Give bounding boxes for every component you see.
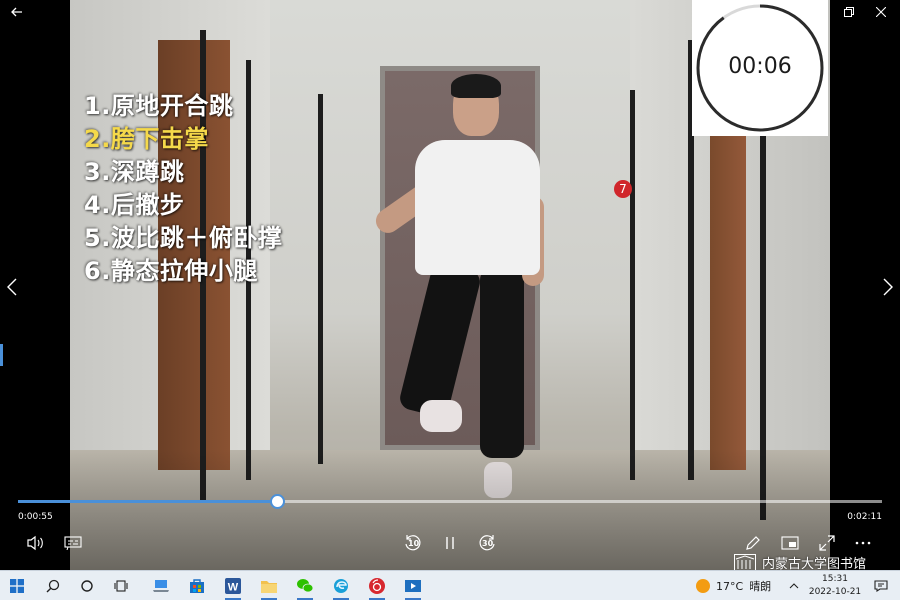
exercise-list: 1.原地开合跳 2.胯下击掌 3.深蹲跳 4.后撤步 5.波比跳＋俯卧撑 6.静… (84, 90, 282, 288)
mini-view-icon (781, 536, 799, 550)
exercise-item-highlighted: 2.胯下击掌 (84, 125, 209, 153)
close-icon (876, 7, 886, 17)
captions-icon (64, 536, 82, 550)
exercise-item: 1.原地开合跳 (84, 92, 234, 120)
task-view-icon (114, 580, 128, 592)
person-hair (451, 74, 501, 98)
pencil-icon (746, 536, 760, 550)
svg-text:W: W (228, 582, 239, 594)
elapsed-time: 0:00:55 (18, 512, 53, 522)
folder-icon (261, 581, 277, 593)
back-button[interactable] (2, 0, 32, 24)
word-icon: W (225, 578, 241, 594)
weather-description: 晴朗 (749, 580, 772, 593)
weather-temperature: 17°C (716, 579, 744, 593)
chevron-up-icon (789, 583, 799, 589)
show-hidden-icons-button[interactable] (786, 571, 802, 600)
captions-button[interactable] (62, 530, 84, 556)
exercise-item: 5.波比跳＋俯卧撑 (84, 224, 283, 252)
system-clock[interactable]: 15:31 2022-10-21 (806, 573, 864, 599)
exercise-item: 6.静态拉伸小腿 (84, 257, 258, 285)
expand-icon (819, 535, 835, 551)
edge-icon (334, 579, 348, 593)
weather-widget[interactable]: 17°C 晴朗 (696, 571, 771, 600)
exercise-item: 4.后撤步 (84, 191, 185, 219)
person-leg (480, 268, 524, 458)
person-shirt (415, 140, 540, 275)
room-number-badge: 7 (614, 180, 632, 198)
laptop-icon (153, 580, 169, 592)
ellipsis-icon (855, 541, 871, 545)
taskbar: W 17°C 晴朗 15:31 2022-10-21 (0, 570, 900, 600)
speaker-icon (27, 535, 43, 551)
forward-button[interactable]: 30 (476, 530, 498, 556)
store-icon (190, 579, 204, 593)
windows-logo-icon (10, 579, 24, 593)
circle-icon (81, 580, 93, 592)
chevron-right-icon (883, 278, 893, 296)
restore-button[interactable] (834, 0, 864, 24)
timer-display: 00:06 (728, 54, 792, 79)
library-logo-icon (734, 553, 756, 572)
taskbar-app-netease[interactable] (362, 571, 392, 600)
search-button[interactable] (38, 571, 68, 600)
edge-indicator (0, 344, 3, 366)
countdown-timer: 00:06 (692, 0, 828, 136)
taskbar-app-word[interactable]: W (218, 571, 248, 600)
notification-center-button[interactable] (868, 571, 894, 600)
chevron-left-icon (7, 278, 17, 296)
close-button[interactable] (866, 0, 896, 24)
netease-music-icon (369, 578, 385, 594)
sun-icon (696, 579, 710, 593)
notification-icon (874, 580, 888, 592)
start-button[interactable] (2, 571, 32, 600)
seek-bar[interactable] (18, 494, 882, 509)
taskbar-app-store[interactable] (182, 571, 212, 600)
taskbar-app-media-player[interactable] (398, 571, 428, 600)
taskbar-app-wechat[interactable] (290, 571, 320, 600)
clock-time: 15:31 (822, 574, 848, 584)
rewind-seconds: 10 (408, 539, 420, 548)
pause-icon (446, 537, 454, 549)
next-item-button[interactable] (876, 272, 900, 302)
total-duration: 0:02:11 (847, 512, 882, 522)
seek-bar-fill (18, 500, 278, 503)
cortana-button[interactable] (72, 571, 102, 600)
clock-date: 2022-10-21 (808, 587, 862, 597)
wechat-icon (297, 579, 314, 593)
previous-item-button[interactable] (0, 272, 24, 302)
video-scene-bed-rail (318, 94, 323, 464)
person-shoe (420, 400, 462, 432)
film-icon (405, 580, 421, 592)
video-scene-bed-rail (630, 90, 635, 480)
restore-icon (844, 7, 854, 17)
arrow-left-icon (11, 7, 22, 17)
rewind-button[interactable]: 10 (402, 530, 424, 556)
pause-button[interactable] (440, 530, 460, 556)
video-scene-cabinet-right (710, 130, 746, 470)
search-icon (46, 579, 60, 593)
taskbar-app-file-explorer[interactable] (254, 571, 284, 600)
task-view-button[interactable] (106, 571, 136, 600)
volume-button[interactable] (24, 530, 48, 556)
taskbar-app-edge[interactable] (326, 571, 356, 600)
exercise-item: 3.深蹲跳 (84, 158, 185, 186)
forward-seconds: 30 (482, 539, 494, 548)
taskbar-app-laptop[interactable] (146, 571, 176, 600)
